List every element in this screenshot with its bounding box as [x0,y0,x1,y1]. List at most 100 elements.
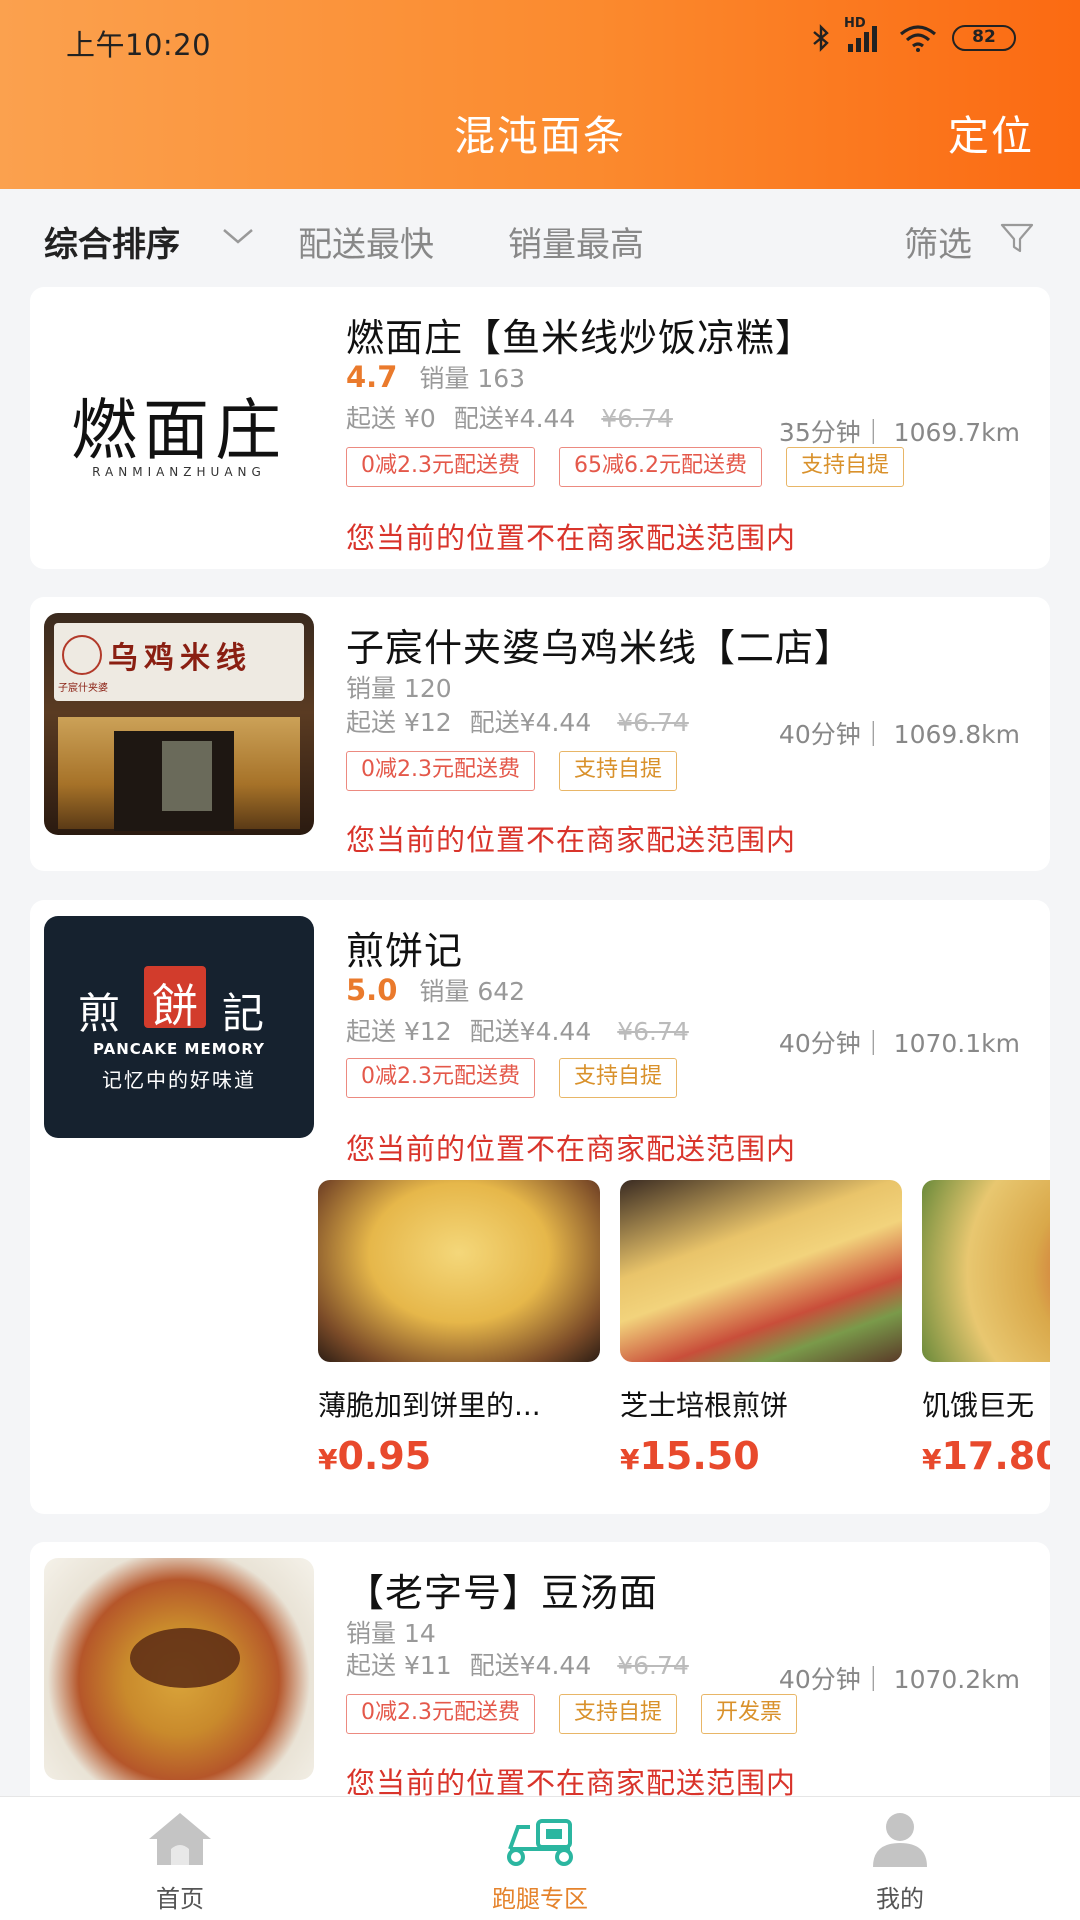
product-item[interactable]: 薄脆加到饼里的... ¥0.95 [318,1180,600,1470]
network-type-label: HD [844,16,866,31]
original-fee: ¥6.74 [617,1017,689,1046]
invoice-tag: 开发票 [701,1694,798,1734]
product-price: ¥17.80 [922,1434,1050,1470]
nav-home-label: 首页 [156,1885,204,1913]
original-fee: ¥6.74 [617,708,689,737]
nav-errand[interactable]: 跑腿专区 [440,1809,640,1914]
location-button[interactable]: 定位 [948,102,1034,162]
wifi-icon [898,24,938,52]
logo-char: 餅 [152,979,198,1033]
rating-sales: 5.0 销量 642 [346,972,525,1008]
original-fee: ¥6.74 [601,404,673,433]
shop-card[interactable]: 【老字号】豆汤面 销量 14 起送 ¥11 配送¥4.44 ¥6.74 40分钟｜ … [30,1542,1050,1800]
product-image [922,1180,1050,1362]
original-fee: ¥6.74 [617,1651,689,1680]
logo-text: 燃面庄 [71,392,287,469]
product-name: 饥饿巨无 [922,1389,1035,1422]
eta-distance: 35分钟｜ 1069.7km [778,418,1020,447]
nav-mine-label: 我的 [876,1885,924,1913]
tag-list: 0减2.3元配送费 支持自提 [346,1058,678,1098]
nav-mine[interactable]: 我的 [800,1809,1000,1914]
bottom-nav: 首页 跑腿专区 我的 [0,1796,1080,1920]
min-order: 起送 ¥12 [346,708,452,737]
product-name: 薄脆加到饼里的... [318,1389,541,1422]
price-value: 0.95 [337,1434,432,1470]
logo-subtext: RANMIANZHUANG [92,465,266,479]
product-price: ¥15.50 [620,1434,902,1470]
nav-errand-label: 跑腿专区 [492,1885,588,1913]
sort-comprehensive[interactable]: 综合排序 [44,217,180,266]
pickup-tag: 支持自提 [559,1058,678,1098]
shop-name: 煎饼记 [346,929,464,973]
shop-rating: 5.0 [346,973,398,1007]
out-of-range-warning: 您当前的位置不在商家配送范围内 [346,823,797,857]
promo-tag: 65减6.2元配送费 [559,447,762,487]
min-order: 起送 ¥11 [346,1651,452,1680]
shop-food-photo [44,1558,314,1780]
battery-icon: 82 [952,25,1016,51]
shop-storefront-photo: 乌鸡米线 子宸什夹婆 [44,613,314,835]
product-carousel[interactable]: 薄脆加到饼里的... ¥0.95 芝士培根煎饼 ¥15.50 饥饿巨无 ¥17.… [318,1180,1050,1470]
currency-symbol: ¥ [922,1443,942,1470]
delivery-fee: 配送¥4.44 [469,1017,592,1046]
delivery-fee: 配送¥4.44 [453,404,576,433]
status-time: 上午10:20 [66,28,212,62]
page-title: 混沌面条 [454,112,626,160]
shop-name: 子宸什夹婆乌鸡米线【二店】 [346,626,854,670]
shop-card[interactable]: 燃面庄 RANMIANZHUANG 燃面庄【鱼米线炒饭凉糕】 4.7 销量 163… [30,287,1050,569]
rating-sales: 4.7 销量 163 [346,359,525,395]
shop-rating: 4.7 [346,360,398,394]
promo-tag: 0减2.3元配送费 [346,1058,535,1098]
sort-fastest[interactable]: 配送最快 [298,217,434,266]
delivery-fee: 配送¥4.44 [469,1651,592,1680]
promo-tag: 0减2.3元配送费 [346,751,535,791]
shop-card[interactable]: 乌鸡米线 子宸什夹婆 子宸什夹婆乌鸡米线【二店】 销量 120 起送 ¥12 配送… [30,597,1050,871]
logo-char: 煎 [78,989,121,1038]
price-value: 15.50 [639,1434,760,1470]
currency-symbol: ¥ [620,1443,640,1470]
filter-button[interactable]: 筛选 [904,217,972,266]
delivery-scooter-icon [500,1819,580,1873]
delivery-fee: 配送¥4.44 [469,708,592,737]
status-bar: 上午10:20 HD 82 [0,0,1080,80]
fee-line: 起送 ¥0 配送¥4.44 ¥6.74 [346,399,673,435]
shop-name: 燃面庄【鱼米线炒饭凉糕】 [346,316,815,360]
logo-english: PANCAKE MEMORY [93,1040,265,1058]
product-image [318,1180,600,1362]
fee-line: 起送 ¥12 配送¥4.44 ¥6.74 [346,1012,689,1048]
min-order: 起送 ¥0 [346,404,436,433]
sort-best-selling[interactable]: 销量最高 [508,217,644,266]
price-value: 17.80 [941,1434,1050,1470]
storefront-sign-subtext: 子宸什夹婆 [58,683,108,694]
shop-card[interactable]: 煎 餅 記 PANCAKE MEMORY 记忆中的好味道 煎饼记 5.0 销量 6… [30,900,1050,1514]
product-item[interactable]: 饥饿巨无 ¥17.80 [922,1180,1050,1470]
out-of-range-warning: 您当前的位置不在商家配送范围内 [346,1132,797,1166]
product-item[interactable]: 芝士培根煎饼 ¥15.50 [620,1180,902,1470]
out-of-range-warning: 您当前的位置不在商家配送范围内 [346,521,797,555]
chevron-down-icon[interactable] [222,227,254,251]
signal-icon: HD [844,16,884,52]
shop-logo: 燃面庄 RANMIANZHUANG [44,315,314,537]
sort-bar: 综合排序 配送最快 销量最高 筛选 [0,189,1080,281]
pickup-tag: 支持自提 [559,751,678,791]
product-name: 芝士培根煎饼 [620,1389,789,1422]
filter-icon[interactable] [1000,221,1034,259]
user-icon [865,1813,935,1873]
eta-distance: 40分钟｜ 1070.2km [778,1665,1020,1694]
tag-list: 0减2.3元配送费 支持自提 [346,751,678,791]
shop-name: 【老字号】豆汤面 [346,1571,659,1615]
nav-home[interactable]: 首页 [80,1809,280,1914]
shop-sales: 销量 120 [346,674,452,703]
pickup-tag: 支持自提 [559,1694,678,1734]
status-icons: HD 82 [812,16,1016,52]
promo-tag: 0减2.3元配送费 [346,1694,535,1734]
fee-line: 起送 ¥12 配送¥4.44 ¥6.74 [346,703,689,739]
logo-slogan: 记忆中的好味道 [102,1068,256,1092]
home-icon [145,1813,215,1873]
header: 上午10:20 HD 82 混沌面条 定位 [0,0,1080,189]
logo-char: 記 [222,989,265,1038]
eta-distance: 40分钟｜ 1069.8km [778,720,1020,749]
shop-sales: 销量 163 [419,364,526,393]
product-price: ¥0.95 [318,1434,600,1470]
min-order: 起送 ¥12 [346,1017,452,1046]
